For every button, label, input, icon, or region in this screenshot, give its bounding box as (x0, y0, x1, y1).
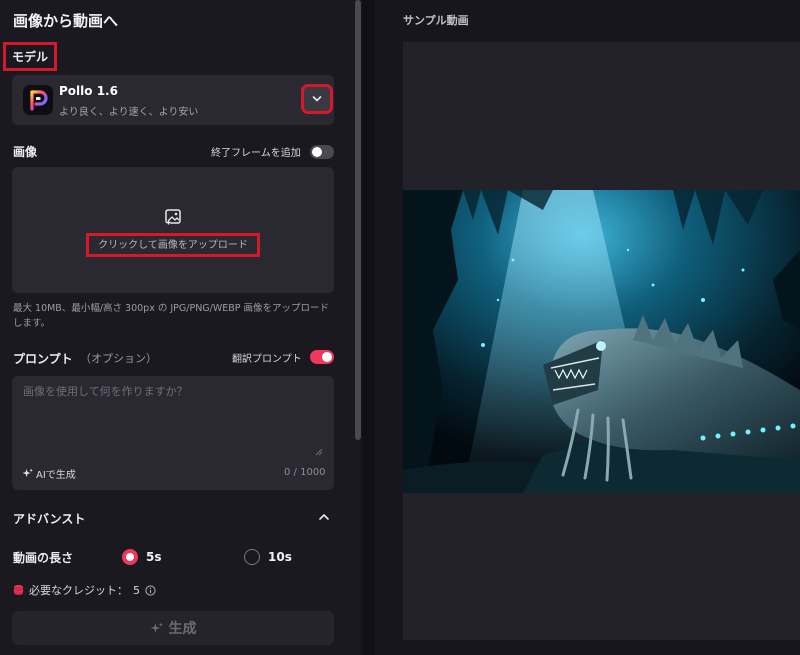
upload-link[interactable]: クリックして画像をアップロード (86, 233, 260, 257)
page-title: 画像から動画へ (13, 12, 119, 30)
credits-value: 5 (133, 583, 140, 597)
left-panel: 画像から動画へ モデル Pollo 1.6 より良く、より速く、より安い 画像 (0, 0, 360, 655)
pollo-logo-icon (23, 85, 53, 115)
model-description: より良く、より速く、より安い (59, 107, 199, 118)
model-selector[interactable]: Pollo 1.6 より良く、より速く、より安い (12, 75, 334, 125)
char-count: 0 / 1000 (284, 467, 326, 478)
translate-prompt-toggle[interactable] (310, 350, 334, 364)
sparkle-icon (150, 622, 163, 633)
prompt-input[interactable]: 画像を使用して何を作りますか？ AIで生成 0 / 1000 (12, 376, 334, 490)
sea-monster-cave-image (403, 190, 800, 493)
resize-grip-icon[interactable] (315, 448, 323, 456)
info-icon[interactable] (145, 584, 156, 596)
generate-label: 生成 (168, 621, 197, 637)
left-panel-scrollbar[interactable] (355, 0, 361, 440)
upload-hint: 最大 10MB、最小幅/高さ 300px の JPG/PNG/WEBP 画像をア… (13, 303, 330, 329)
chevron-down-icon (312, 96, 322, 102)
end-frame-toggle[interactable] (310, 145, 334, 159)
duration-option-5s[interactable]: 5s (146, 550, 162, 564)
right-panel: サンプル動画 (375, 0, 800, 655)
duration-radio-5s[interactable] (122, 549, 138, 565)
coins-icon (13, 585, 24, 595)
duration-option-10s[interactable]: 10s (268, 550, 292, 564)
model-dropdown-button[interactable] (301, 84, 333, 114)
credits-label: 必要なクレジット： (29, 584, 128, 597)
prompt-placeholder: 画像を使用して何を作りますか？ (23, 385, 188, 398)
sparkle-icon (22, 468, 33, 478)
advanced-section-label: アドバンスト (13, 512, 86, 526)
duration-label: 動画の長さ (13, 551, 74, 565)
sample-video-label: サンプル動画 (403, 14, 469, 27)
image-section-label: 画像 (13, 145, 38, 159)
sample-video-thumbnail[interactable] (403, 190, 800, 493)
ai-generate-label: AIで生成 (36, 470, 76, 481)
generate-button[interactable]: 生成 (12, 611, 334, 645)
image-upload-area[interactable]: クリックして画像をアップロード (12, 167, 334, 293)
toggle-knob (312, 147, 322, 157)
model-section-label: モデル (2, 42, 58, 71)
prompt-optional-label: （オプション） (80, 352, 157, 365)
prompt-section-label: プロンプト (13, 352, 73, 366)
image-add-icon (165, 209, 181, 225)
chevron-up-icon[interactable] (318, 512, 330, 522)
model-name: Pollo 1.6 (59, 84, 118, 98)
duration-radio-10s[interactable] (244, 549, 260, 565)
ai-generate-button[interactable]: AIで生成 (22, 466, 76, 481)
toggle-knob (322, 352, 332, 362)
sample-video-area (403, 42, 800, 640)
translate-prompt-label: 翻訳プロンプト (232, 354, 302, 365)
credits-row: 必要なクレジット： 5 (13, 582, 156, 598)
panel-divider (362, 0, 375, 655)
end-frame-label: 終了フレームを追加 (211, 148, 301, 159)
